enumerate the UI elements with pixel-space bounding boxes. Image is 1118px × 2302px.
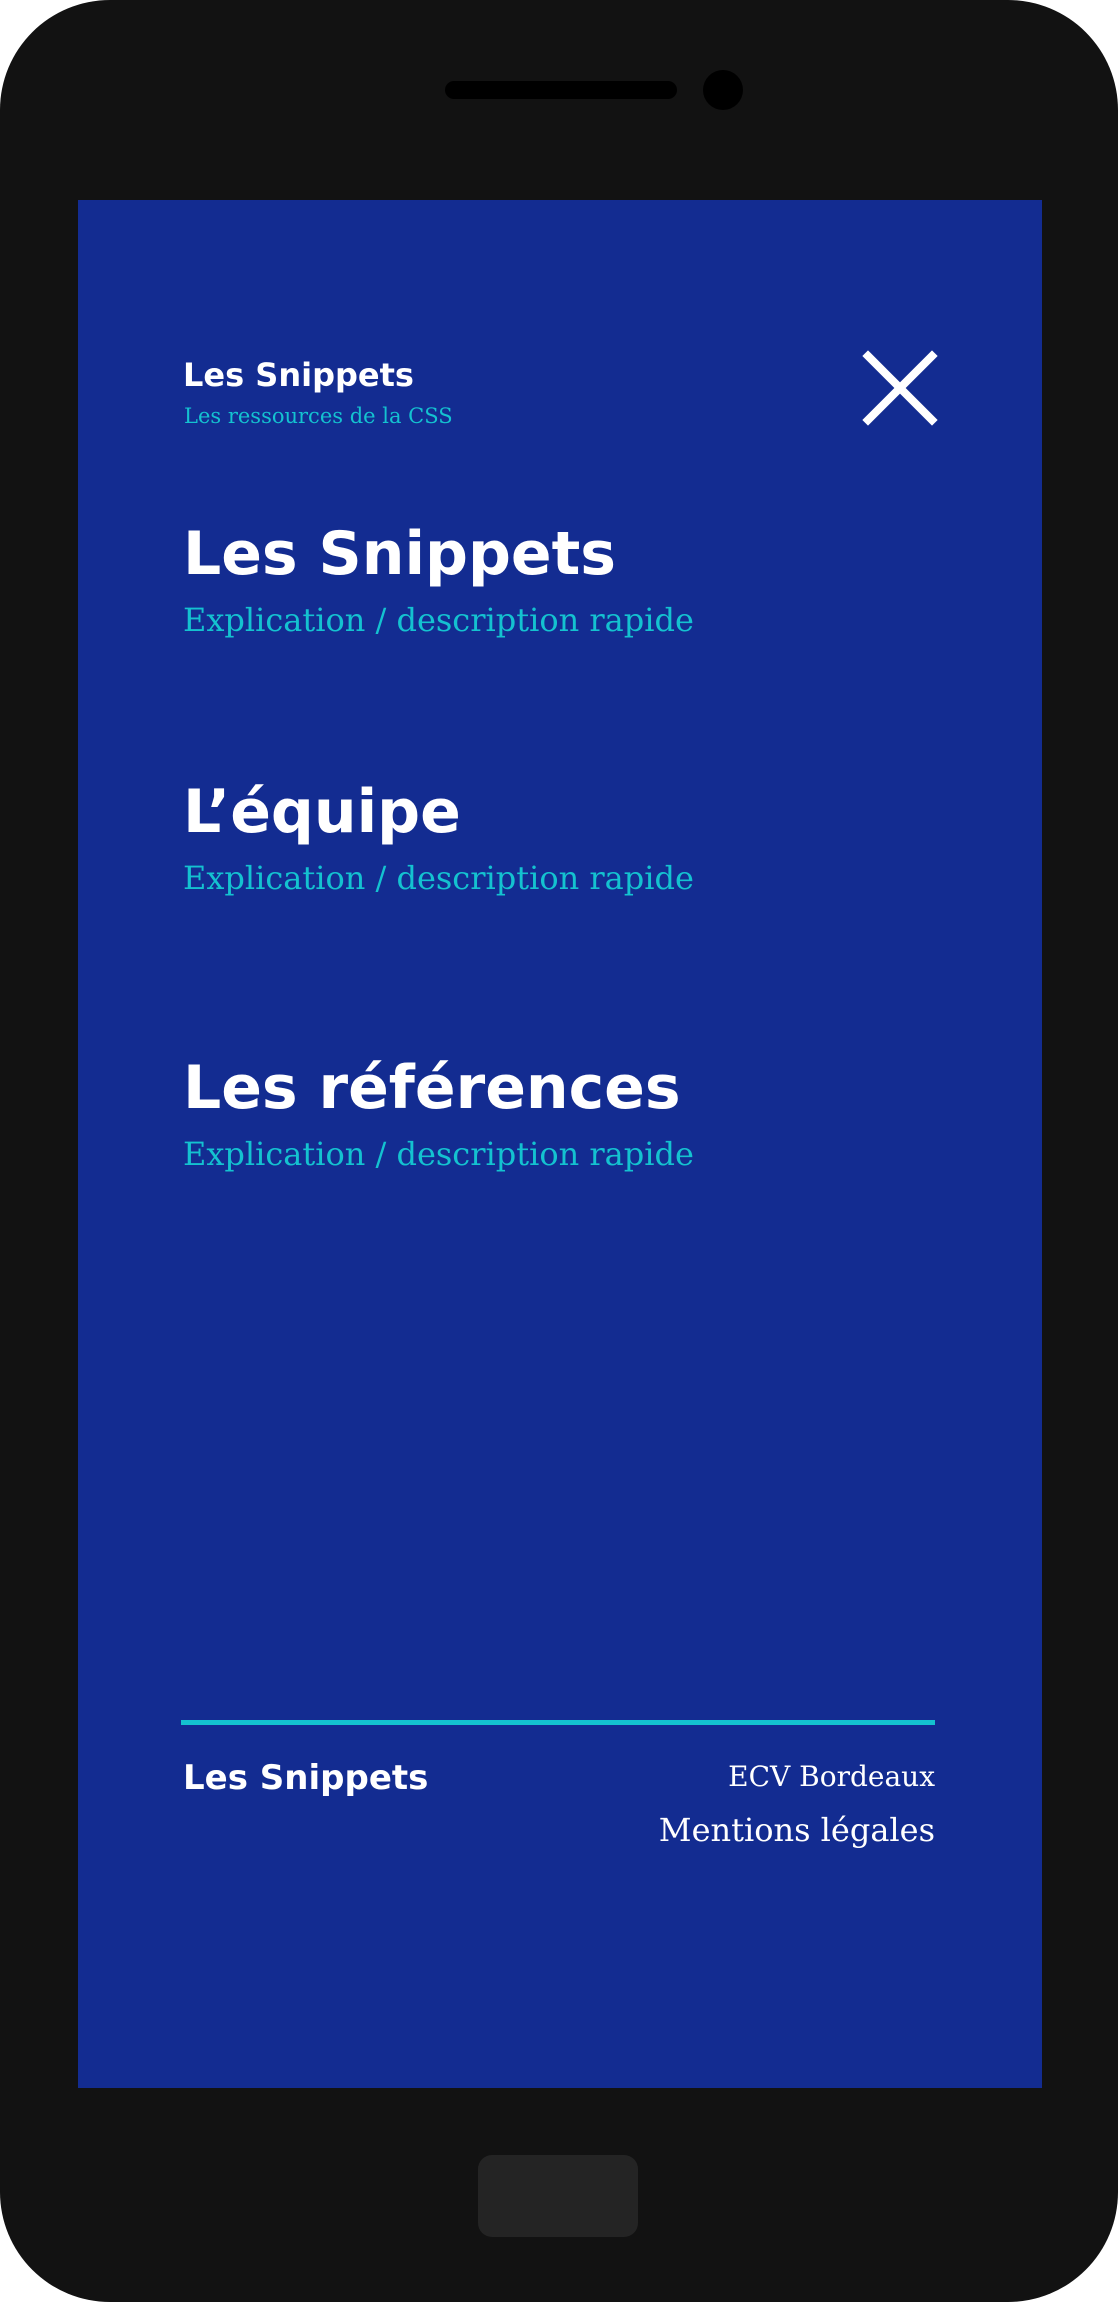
earpiece-speaker: [445, 81, 677, 99]
menu-item-title: Les Snippets: [183, 519, 617, 589]
brand-title[interactable]: Les Snippets: [183, 356, 414, 394]
footer-links: ECV Bordeaux Mentions légales: [659, 1760, 935, 1849]
menu-item-description: Explication / description rapide: [183, 859, 694, 897]
close-menu-button[interactable]: [862, 350, 938, 426]
menu-item-title: L’équipe: [183, 777, 461, 847]
front-camera: [703, 70, 743, 110]
brand-subtitle: Les ressources de la CSS: [184, 404, 453, 428]
footer-link-legal-notice[interactable]: Mentions légales: [659, 1811, 935, 1849]
menu-item-description: Explication / description rapide: [183, 601, 694, 639]
footer-brand[interactable]: Les Snippets: [183, 1758, 428, 1798]
menu-item-description: Explication / description rapide: [183, 1135, 694, 1173]
menu-screen: Les Snippets Les ressources de la CSS Le…: [78, 200, 1042, 2088]
footer-link-ecv-bordeaux[interactable]: ECV Bordeaux: [659, 1760, 935, 1793]
menu-item-title: Les références: [183, 1053, 681, 1123]
phone-frame: Les Snippets Les ressources de la CSS Le…: [0, 0, 1118, 2302]
menu-item-team[interactable]: L’équipe Explication / description rapid…: [183, 776, 694, 898]
menu-item-references[interactable]: Les références Explication / description…: [183, 1052, 694, 1174]
home-button[interactable]: [478, 2155, 638, 2237]
close-icon: [862, 350, 938, 426]
menu-item-snippets[interactable]: Les Snippets Explication / description r…: [183, 518, 694, 640]
footer-divider: [181, 1720, 935, 1725]
